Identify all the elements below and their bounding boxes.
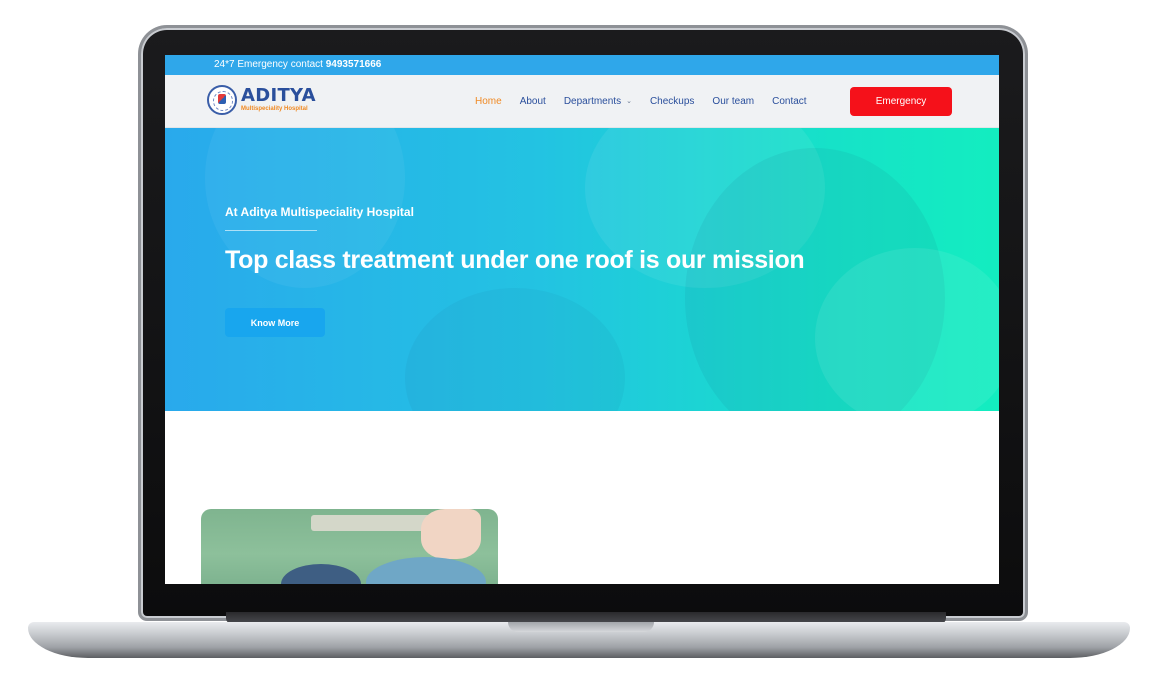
logo-subtitle: Multispeciality Hospital: [241, 106, 308, 112]
hero-banner: At Aditya Multispeciality Hospital Top c…: [165, 128, 999, 411]
hospital-seal-icon: [207, 85, 237, 115]
hero-divider: [225, 230, 317, 231]
know-more-button[interactable]: Know More: [225, 308, 325, 337]
image-detail: [311, 515, 431, 531]
nav-item-departments[interactable]: Departments ⌄: [564, 96, 632, 107]
image-detail: [281, 564, 361, 584]
emergency-button[interactable]: Emergency: [850, 87, 952, 116]
image-detail: [421, 509, 481, 559]
main-navbar: ADITYA Multispeciality Hospital Home Abo…: [165, 75, 999, 128]
content-section: [165, 411, 999, 584]
laptop-screen: 24*7 Emergency contact 9493571666 ADITYA…: [165, 55, 999, 584]
nav-item-our-team[interactable]: Our team: [712, 96, 754, 107]
hero-title: Top class treatment under one roof is ou…: [225, 246, 805, 274]
nav-item-about[interactable]: About: [520, 96, 546, 107]
hero-subtitle: At Aditya Multispeciality Hospital: [225, 205, 414, 219]
logo-text: ADITYA Multispeciality Hospital: [241, 87, 316, 113]
site-logo[interactable]: ADITYA Multispeciality Hospital: [207, 85, 316, 115]
hero-background-shape: [405, 288, 625, 411]
emergency-contact-bar: 24*7 Emergency contact 9493571666: [165, 55, 999, 75]
nav-item-departments-label: Departments: [563, 95, 622, 107]
chevron-down-icon: ⌄: [626, 98, 632, 105]
nav-item-home[interactable]: Home: [475, 96, 502, 107]
logo-name: ADITYA: [241, 85, 316, 106]
image-detail: [366, 557, 486, 584]
nav-item-checkups[interactable]: Checkups: [650, 96, 694, 107]
emergency-contact-label: 24*7 Emergency contact: [214, 59, 323, 70]
emergency-phone-link[interactable]: 9493571666: [326, 59, 382, 70]
surgery-preview-image: [201, 509, 498, 584]
nav-menu: Home About Departments ⌄ Checkups Our te…: [475, 75, 825, 127]
nav-item-contact[interactable]: Contact: [772, 96, 806, 107]
laptop-notch: [508, 622, 654, 632]
